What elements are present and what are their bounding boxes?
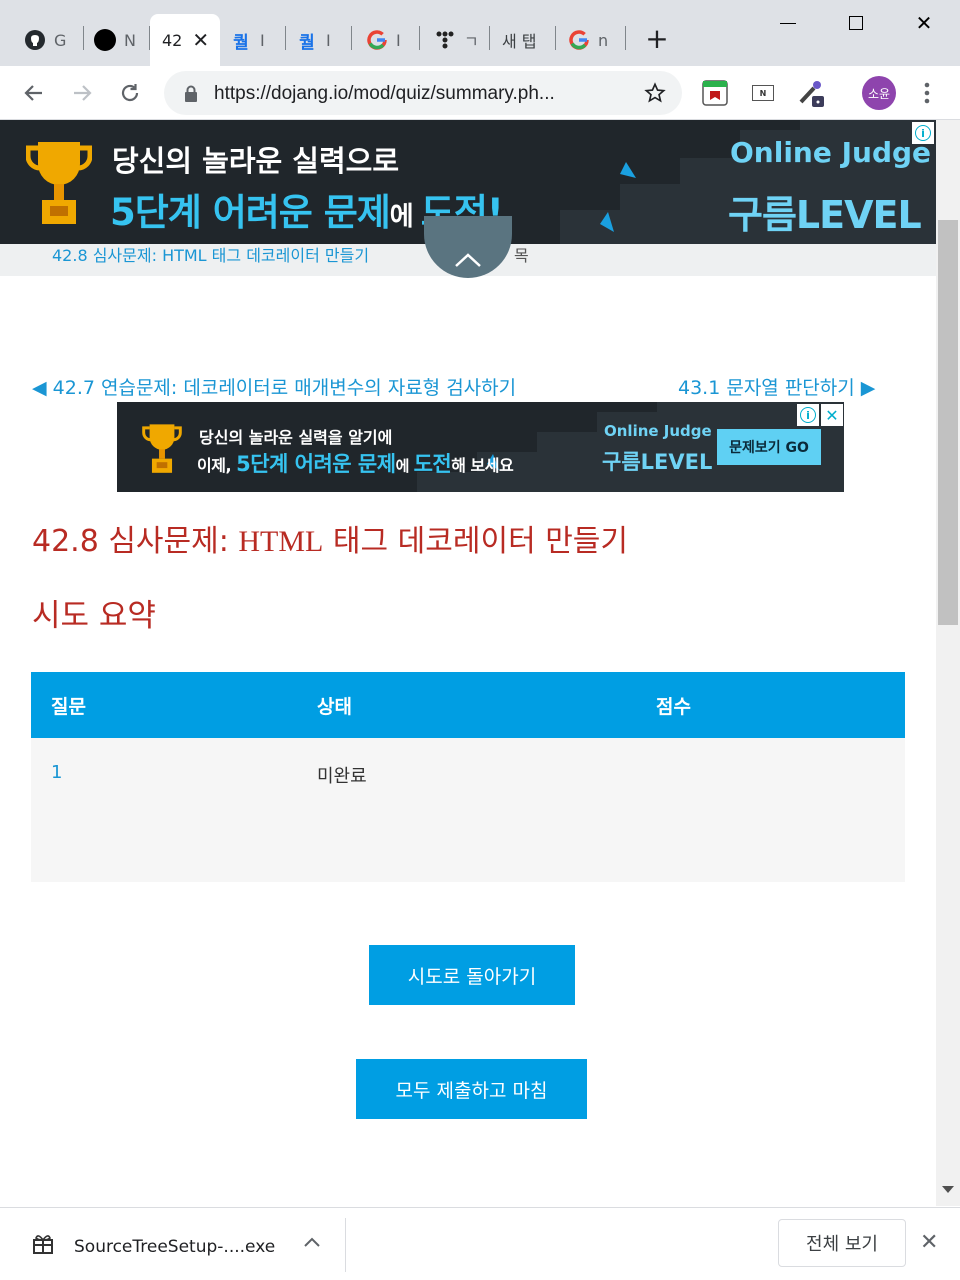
quiz-icon: 퀄 [233, 32, 249, 53]
mid-ad-info-icon[interactable]: i [797, 404, 819, 426]
lock-icon [185, 85, 197, 102]
back-button[interactable] [16, 75, 52, 111]
mid-ad-brand-1: Online Judge [604, 422, 712, 440]
reload-button[interactable] [112, 75, 148, 111]
new-tab-button[interactable]: + [640, 24, 674, 58]
summary-table: 질문 상태 점수 1 미완료 [31, 672, 905, 882]
ad-brand-2: 구름LEVEL [728, 193, 922, 237]
ad-brand-1: Online Judge [730, 136, 932, 169]
question-link[interactable]: 1 [51, 762, 62, 783]
submit-all-button[interactable]: 모두 제출하고 마침 [356, 1059, 587, 1119]
maximize-icon [849, 16, 863, 30]
header-status: 상태 [317, 696, 352, 718]
browser-toolbar: https://dojang.io/mod/quiz/summary.ph...… [0, 66, 960, 120]
mid-ad-line2: 이제, 5단계 어려운 문제에 도전해 보세요 [197, 452, 514, 476]
minimize-icon [780, 22, 796, 24]
scrollbar-thumb[interactable] [938, 220, 958, 625]
tab-github[interactable]: G [14, 14, 84, 66]
dots-icon [434, 29, 456, 51]
mid-ad-cta-button[interactable]: 문제보기 GO [717, 429, 821, 465]
tab-n[interactable]: N [84, 14, 150, 66]
eyedropper-extension-icon[interactable] [796, 78, 826, 108]
close-icon: ✕ [915, 11, 933, 35]
prev-lesson-link[interactable]: ◀ 42.7 연습문제: 데코레이터로 매개변수의 자료형 검사하기 [32, 373, 516, 400]
header-score: 점수 [656, 696, 691, 718]
download-filename[interactable]: SourceTreeSetup-....exe [74, 1237, 275, 1257]
arrow-left-icon [24, 85, 42, 101]
tab-dots[interactable]: ㄱ [420, 14, 490, 66]
trophy-icon [142, 424, 182, 473]
kebab-menu-icon [924, 82, 930, 104]
notion-extension-icon[interactable]: N [748, 78, 778, 108]
middle-banner-ad[interactable]: 당신의 놀라운 실력을 알기에 이제, 5단계 어려운 문제에 도전해 보세요 … [117, 402, 844, 492]
google-icon [568, 29, 590, 51]
return-to-attempt-button[interactable]: 시도로 돌아가기 [369, 945, 575, 1005]
subnav-link[interactable]: 42.8 심사문제: HTML 태그 데코레이터 만들기 [52, 242, 369, 266]
tab-new[interactable]: 새 탭 [490, 14, 556, 66]
maximize-button[interactable] [822, 0, 890, 46]
tab-google-1[interactable]: I [352, 14, 420, 66]
table-row: 1 미완료 [31, 738, 905, 882]
page-title: 42.8 심사문제: HTML 태그 데코레이터 만들기 [32, 524, 628, 559]
chevron-up-icon[interactable] [304, 1237, 320, 1247]
menu-button[interactable] [912, 78, 942, 108]
close-tab-icon[interactable]: ✕ [192, 28, 209, 52]
ad-info-icon[interactable]: i [912, 122, 934, 144]
subnav-tail: 목 [514, 246, 529, 265]
trophy-icon [26, 142, 92, 224]
download-divider [345, 1218, 346, 1272]
star-icon[interactable] [644, 82, 666, 104]
next-lesson-link[interactable]: 43.1 문자열 판단하기 ▶ [678, 373, 875, 400]
mid-ad-brand-2: 구름LEVEL [602, 450, 713, 474]
vertical-scrollbar[interactable] [936, 120, 960, 1206]
profile-avatar[interactable]: 소윤 [862, 76, 896, 110]
download-bar: SourceTreeSetup-....exe 전체 보기 ✕ [0, 1207, 960, 1280]
tab-strip: G N 42 ✕ 퀄 I 퀄 I I ㄱ 새 탭 n + ✕ [0, 0, 960, 66]
forward-button[interactable] [64, 75, 100, 111]
table-header: 질문 상태 점수 [31, 672, 905, 738]
installer-icon [33, 1235, 53, 1254]
arrow-right-icon [74, 85, 92, 101]
reload-icon [121, 84, 139, 102]
status-cell: 미완료 [317, 766, 367, 787]
scroll-down-icon[interactable] [942, 1186, 954, 1194]
mid-ad-close-icon[interactable]: ✕ [821, 404, 843, 426]
tab-google-2[interactable]: n [556, 14, 626, 66]
page-content: 당신의 놀라운 실력으로 5단계 어려운 문제에 도전! Online Judg… [0, 120, 936, 1206]
tab-quiz-2[interactable]: 퀄 I [286, 14, 352, 66]
minimize-button[interactable] [754, 0, 822, 46]
header-question: 질문 [51, 696, 86, 718]
google-icon [366, 29, 388, 51]
show-all-downloads-button[interactable]: 전체 보기 [778, 1219, 906, 1267]
close-window-button[interactable]: ✕ [890, 0, 958, 46]
close-download-bar-button[interactable]: ✕ [920, 1230, 938, 1255]
tab-active[interactable]: 42 ✕ [150, 14, 220, 66]
tab-quiz-1[interactable]: 퀄 I [220, 14, 286, 66]
address-bar[interactable]: https://dojang.io/mod/quiz/summary.ph... [164, 71, 682, 115]
url-text: https://dojang.io/mod/quiz/summary.ph... [214, 83, 555, 104]
mid-ad-line1: 당신의 놀라운 실력을 알기에 [199, 428, 393, 447]
ad-line1: 당신의 놀라운 실력으로 [112, 144, 399, 178]
close-icon: ✕ [920, 1230, 939, 1255]
quiz-icon: 퀄 [299, 32, 315, 53]
github-icon [24, 29, 46, 51]
mcafee-extension-icon[interactable] [700, 78, 730, 108]
chevron-up-icon [455, 253, 481, 267]
attempt-summary-heading: 시도 요약 [32, 598, 156, 634]
circle-icon [94, 29, 116, 51]
